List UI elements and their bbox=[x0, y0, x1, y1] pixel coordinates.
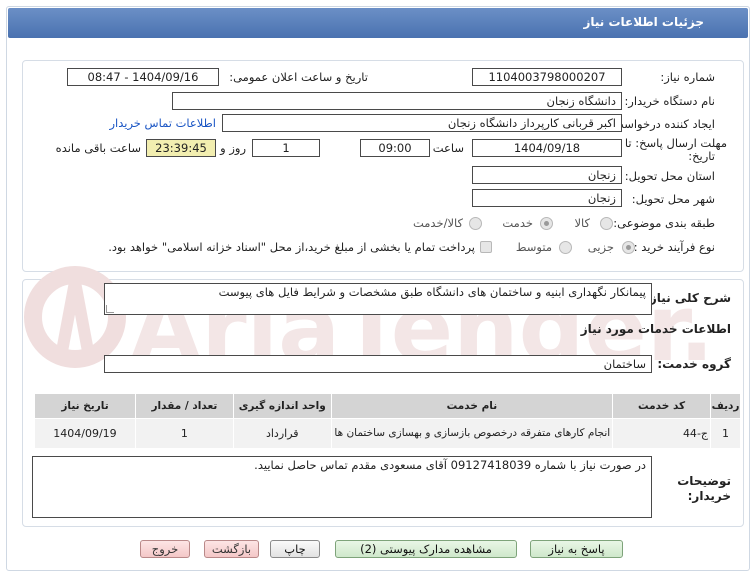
services-heading: اطلاعات خدمات مورد نیاز bbox=[580, 322, 731, 336]
back-button[interactable]: بازگشت bbox=[204, 540, 259, 558]
deadline-date-field: 1404/09/18 bbox=[472, 139, 622, 157]
creator-label: ایجاد کننده درخواست: bbox=[609, 117, 715, 131]
deadline-label: مهلت ارسال پاسخ: تا bbox=[624, 136, 727, 150]
buyer-org-field: دانشگاه زنجان bbox=[172, 92, 622, 110]
remaining-label: ساعت باقی مانده bbox=[55, 141, 141, 155]
creator-field: اکبر قربانی کارپرداز دانشگاه زنجان bbox=[222, 114, 622, 132]
category-label: طبقه بندی موضوعی: bbox=[613, 216, 715, 230]
city-field: زنجان bbox=[472, 189, 622, 207]
cell-date: 1404/09/19 bbox=[34, 418, 136, 449]
services-table: ردیف کد خدمت نام خدمت واحد اندازه گیری ت… bbox=[34, 393, 741, 449]
view-documents-button[interactable]: مشاهده مدارک پیوستی (2) bbox=[335, 540, 517, 558]
table-header-row: ردیف کد خدمت نام خدمت واحد اندازه گیری ت… bbox=[34, 393, 741, 419]
page-title: جزئیات اطلاعات نیاز bbox=[583, 15, 704, 29]
category-goods-service-radio[interactable] bbox=[469, 217, 482, 230]
announce-field: 1404/09/16 - 08:47 bbox=[67, 68, 219, 86]
buyer-org-label: نام دستگاه خریدار: bbox=[624, 94, 715, 108]
process-minor-label: جزیی bbox=[587, 240, 614, 254]
reply-button[interactable]: پاسخ به نیاز bbox=[530, 540, 623, 558]
announce-label: تاریخ و ساعت اعلان عمومی: bbox=[229, 70, 368, 84]
col-name-header: نام خدمت bbox=[330, 393, 614, 419]
province-field: زنجان bbox=[472, 166, 622, 184]
category-service-label: خدمت bbox=[502, 216, 533, 230]
category-goods-label: کالا bbox=[574, 216, 590, 230]
col-code-header: کد خدمت bbox=[612, 393, 712, 419]
process-label: نوع فرآیند خرید : bbox=[633, 240, 715, 254]
col-row-header: ردیف bbox=[710, 393, 741, 419]
notes-label-2: خریدار: bbox=[687, 489, 731, 503]
need-number-field: 1104003798000207 bbox=[472, 68, 622, 86]
deadline-label-2: تاریخ: bbox=[688, 149, 715, 163]
process-minor-radio[interactable] bbox=[622, 241, 635, 254]
need-number-label: شماره نیاز: bbox=[660, 70, 715, 84]
province-label: استان محل تحویل: bbox=[624, 169, 715, 183]
category-goods-radio[interactable] bbox=[600, 217, 613, 230]
cell-qty: 1 bbox=[134, 418, 234, 449]
category-service-radio[interactable] bbox=[540, 217, 553, 230]
process-medium-label: متوسط bbox=[515, 240, 552, 254]
table-row: 1 ج-44 انجام کارهای متفرقه درخصوص بازساز… bbox=[34, 418, 741, 449]
category-goods-service-label: کالا/خدمت bbox=[412, 216, 463, 230]
summary-resize-handle[interactable] bbox=[106, 305, 114, 313]
time-label: ساعت bbox=[432, 141, 464, 155]
cell-row: 1 bbox=[710, 418, 741, 449]
col-date-header: تاریخ نیاز bbox=[34, 393, 136, 419]
summary-label: شرح کلی نیاز: bbox=[645, 291, 731, 305]
service-group-field: ساختمان bbox=[104, 355, 652, 373]
service-group-label: گروه خدمت: bbox=[657, 357, 731, 371]
exit-button[interactable]: خروج bbox=[140, 540, 190, 558]
cell-code: ج-44 bbox=[612, 418, 712, 449]
days-label: روز و bbox=[220, 141, 246, 155]
city-label: شهر محل تحویل: bbox=[631, 192, 715, 206]
deadline-time-field: 09:00 bbox=[360, 139, 430, 157]
treasury-payment-checkbox[interactable] bbox=[480, 241, 492, 253]
title-bar: جزئیات اطلاعات نیاز bbox=[8, 8, 748, 38]
process-medium-radio[interactable] bbox=[559, 241, 572, 254]
notes-label: توضیحات bbox=[677, 474, 731, 488]
summary-field: پیمانکار نگهداری ابنیه و ساختمان های دان… bbox=[104, 283, 652, 315]
contact-buyer-link[interactable]: اطلاعات تماس خریدار bbox=[109, 116, 216, 130]
treasury-payment-note: پرداخت تمام یا بخشی از مبلغ خرید،از محل … bbox=[108, 240, 475, 254]
col-qty-header: تعداد / مقدار bbox=[134, 393, 234, 419]
remaining-time-field: 23:39:45 bbox=[146, 139, 216, 157]
cell-name: انجام کارهای متفرقه درخصوص بازسازی و بهس… bbox=[330, 418, 614, 449]
print-button[interactable]: چاپ bbox=[270, 540, 320, 558]
cell-unit: قرارداد bbox=[232, 418, 332, 449]
days-field: 1 bbox=[252, 139, 320, 157]
col-unit-header: واحد اندازه گیری bbox=[232, 393, 332, 419]
notes-field: در صورت نیاز با شماره 09127418039 آقای م… bbox=[32, 456, 652, 518]
